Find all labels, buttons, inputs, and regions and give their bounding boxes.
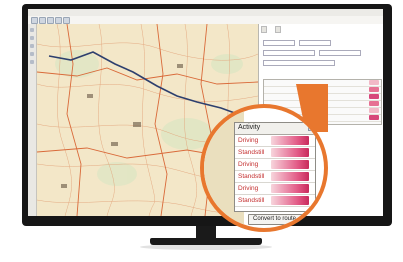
activity-header-label: Activity [238, 124, 261, 131]
convert-to-route-button[interactable]: Convert to route ▾ [248, 214, 304, 225]
mini-bar [369, 80, 379, 85]
left-tool-panel [28, 24, 37, 216]
activity-row[interactable]: Driving [235, 135, 315, 147]
toolbar-button[interactable] [63, 17, 70, 24]
activity-bar [271, 160, 309, 169]
tool-icon[interactable] [30, 60, 34, 64]
toolbar-button[interactable] [39, 17, 46, 24]
zoom-callout: Activity ▲ Driving Standstill Driving St… [200, 104, 328, 232]
activity-row[interactable]: Driving [235, 159, 315, 171]
panel-tab[interactable] [275, 26, 281, 33]
activity-column-header[interactable]: Activity ▲ [235, 123, 315, 135]
tool-icon[interactable] [30, 52, 34, 56]
activity-row-label: Driving [238, 137, 259, 144]
mini-field[interactable] [263, 60, 335, 66]
activity-row[interactable]: Driving [235, 183, 315, 195]
convert-to-route-label: Convert to route [253, 216, 297, 222]
scroll-up-icon[interactable]: ▲ [308, 125, 314, 131]
activity-row[interactable]: Standstill [235, 195, 315, 207]
mini-bar [369, 115, 379, 120]
activity-bar [271, 148, 309, 157]
mini-bar [369, 87, 379, 92]
monitor-stand-base [150, 238, 262, 245]
tool-icon[interactable] [30, 36, 34, 40]
product-illustration: Activity ▲ Driving Standstill Driving St… [0, 0, 403, 262]
chevron-down-icon[interactable]: ▾ [298, 216, 301, 223]
toolbar-button[interactable] [31, 17, 38, 24]
activity-row[interactable]: Standstill [235, 147, 315, 159]
mini-field[interactable] [299, 40, 331, 46]
mini-bar [369, 101, 379, 106]
activity-row-label: Standstill [238, 149, 265, 156]
activity-bar [271, 136, 309, 145]
panel-tab[interactable] [261, 26, 267, 33]
activity-row-label: Standstill [238, 173, 265, 180]
toolbar-button[interactable] [47, 17, 54, 24]
activity-row-label: Driving [238, 185, 259, 192]
activity-list[interactable]: Activity ▲ Driving Standstill Driving St… [234, 122, 316, 212]
activity-bar [271, 184, 309, 193]
activity-row[interactable]: Standstill [235, 171, 315, 183]
toolbar-button[interactable] [55, 17, 62, 24]
mini-field[interactable] [263, 50, 315, 56]
mini-field[interactable] [263, 40, 295, 46]
mini-bar [369, 108, 379, 113]
tool-icon[interactable] [30, 44, 34, 48]
activity-row-label: Driving [238, 161, 259, 168]
activity-bar [271, 196, 309, 205]
zoom-content: Activity ▲ Driving Standstill Driving St… [204, 108, 324, 228]
mini-bar [369, 94, 379, 99]
tool-icon[interactable] [30, 28, 34, 32]
activity-row-label: Standstill [238, 197, 265, 204]
activity-bar [271, 172, 309, 181]
mini-field[interactable] [319, 50, 361, 56]
